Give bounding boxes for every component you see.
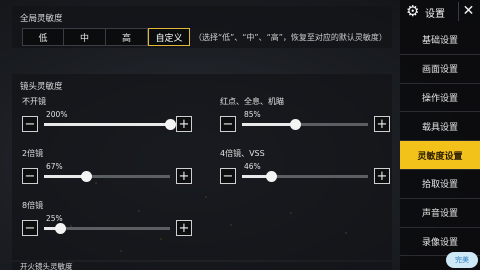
slider-track[interactable] <box>44 171 170 182</box>
slider-handle[interactable] <box>165 119 176 130</box>
slider-group: 8倍镜 − 25% + <box>22 200 192 244</box>
global-sensitivity-panel: 全局灵敏度 低 中 高 自定义 （选择“低”、“中”、“高”，恢复至对应的默认灵… <box>12 6 392 48</box>
fire-sensitivity-title: 开火镜头灵敏度 <box>20 262 73 270</box>
increase-button[interactable]: + <box>176 168 192 184</box>
close-button[interactable]: ✕ <box>458 2 478 21</box>
decrease-button[interactable]: − <box>220 116 236 132</box>
slider-label: 红点、全息、机瞄 <box>220 97 284 106</box>
option-low-button[interactable]: 低 <box>22 28 64 46</box>
sidebar-item-vehicle[interactable]: 载具设置 <box>400 112 480 142</box>
increase-button[interactable]: + <box>374 116 390 132</box>
preset-hint-text: （选择“低”、“中”、“高”，恢复至对应的默认灵敏度） <box>194 32 387 42</box>
slider-label: 8倍镜 <box>22 201 44 210</box>
decrease-button[interactable]: − <box>22 116 38 132</box>
slider-handle[interactable] <box>266 171 277 182</box>
decrease-button[interactable]: − <box>220 168 236 184</box>
slider-handle[interactable] <box>81 171 92 182</box>
global-sensitivity-title: 全局灵敏度 <box>20 14 63 24</box>
increase-button[interactable]: + <box>176 116 192 132</box>
slider-track[interactable] <box>44 119 176 130</box>
slider-group: 4倍镜、VSS − 46% + <box>220 148 390 192</box>
slider-value: 25% <box>46 214 63 223</box>
slider-group: 2倍镜 − 67% + <box>22 148 192 192</box>
sidebar-item-pickup[interactable]: 拾取设置 <box>400 170 480 199</box>
sidebar-item-basic[interactable]: 基础设置 <box>400 26 480 55</box>
slider-track[interactable] <box>242 119 368 130</box>
decrease-button[interactable]: − <box>22 168 38 184</box>
option-medium-button[interactable]: 中 <box>64 28 106 46</box>
sidebar-item-sensitivity[interactable]: 灵敏度设置 <box>400 141 480 170</box>
fire-sensitivity-panel: 开火镜头灵敏度 <box>12 262 392 270</box>
slider-value: 85% <box>244 110 261 119</box>
slider-label: 4倍镜、VSS <box>220 149 265 158</box>
slider-fill <box>242 123 295 126</box>
slider-group: 不开镜 − 200% + <box>22 96 192 140</box>
slider-value: 67% <box>46 162 63 171</box>
option-high-button[interactable]: 高 <box>106 28 148 46</box>
settings-screen: { "global_sensitivity": { "title": "全局灵敏… <box>0 0 480 270</box>
slider-label: 2倍镜 <box>22 149 44 158</box>
slider-value: 200% <box>46 110 68 119</box>
slider-value: 46% <box>244 162 261 171</box>
slider-fill <box>44 123 170 126</box>
slider-fill <box>44 175 86 178</box>
sidebar-item-controls[interactable]: 操作设置 <box>400 84 480 113</box>
option-custom-button[interactable]: 自定义 <box>148 28 190 46</box>
global-sensitivity-selector: 低 中 高 自定义 （选择“低”、“中”、“高”，恢复至对应的默认灵敏度） <box>22 28 387 46</box>
increase-button[interactable]: + <box>374 168 390 184</box>
watermark-logo: 完美 <box>446 252 478 268</box>
sidebar-item-audio[interactable]: 声音设置 <box>400 199 480 228</box>
gear-icon: ⚙ <box>406 2 420 20</box>
decrease-button[interactable]: − <box>22 220 38 236</box>
increase-button[interactable]: + <box>176 220 192 236</box>
scope-sensitivity-title: 镜头灵敏度 <box>20 82 63 92</box>
scope-sensitivity-panel: 镜头灵敏度 不开镜 − 200% + 红点、全息、机瞄 − 85% + 2倍镜 … <box>12 74 392 260</box>
slider-group: 红点、全息、机瞄 − 85% + <box>220 96 390 140</box>
slider-track[interactable] <box>44 223 170 234</box>
sidebar-title: 设置 <box>425 9 445 20</box>
slider-handle[interactable] <box>55 223 66 234</box>
sidebar-header: ⚙ 设置 ✕ <box>400 0 480 24</box>
settings-sidebar: ⚙ 设置 ✕ 基础设置 画面设置 操作设置 载具设置 灵敏度设置 拾取设置 声音… <box>400 0 480 270</box>
sidebar-menu: 基础设置 画面设置 操作设置 载具设置 灵敏度设置 拾取设置 声音设置 录像设置 <box>400 26 480 257</box>
slider-track[interactable] <box>242 171 368 182</box>
sidebar-item-graphics[interactable]: 画面设置 <box>400 55 480 84</box>
slider-handle[interactable] <box>290 119 301 130</box>
slider-label: 不开镜 <box>22 97 46 106</box>
